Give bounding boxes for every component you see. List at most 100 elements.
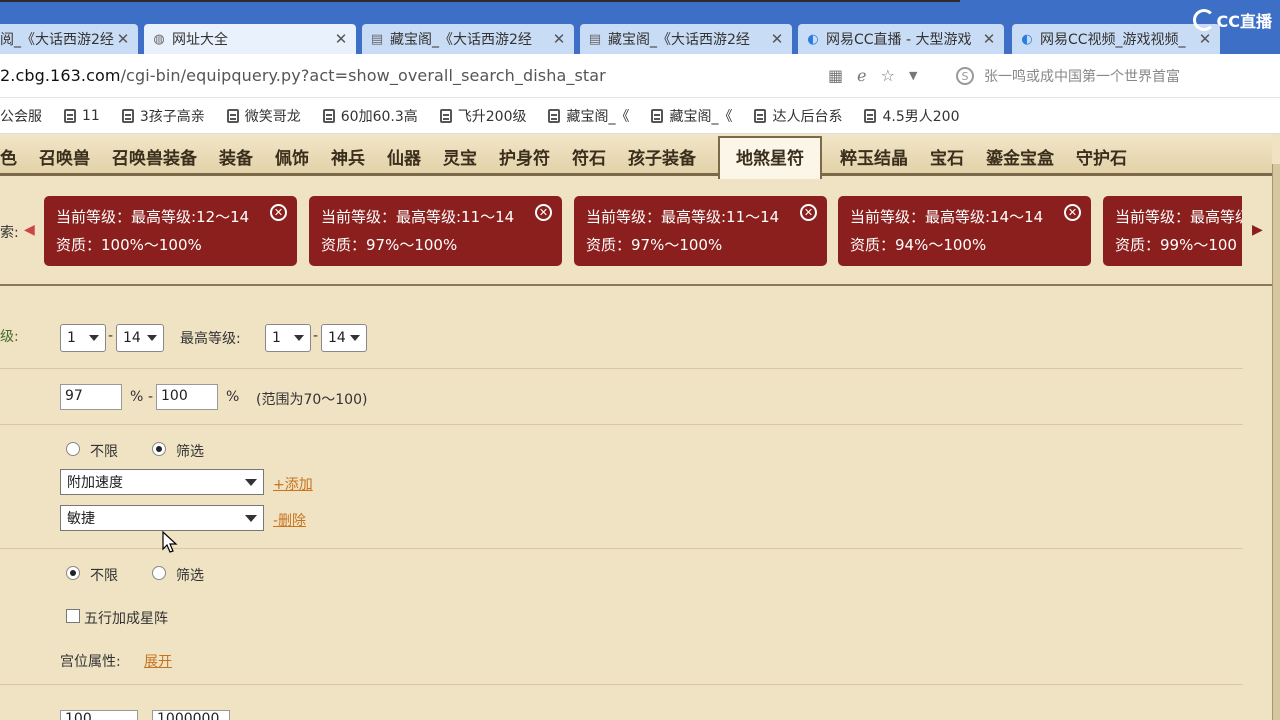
- max-level-label: 最高等级:: [180, 331, 241, 347]
- history-chip[interactable]: 当前等级：最高等级:14～14 资质：94%～100% ✕: [838, 196, 1091, 266]
- bookmark-item[interactable]: 微笑哥龙: [226, 106, 301, 126]
- chevron-down-icon: [245, 478, 257, 486]
- close-icon[interactable]: ✕: [334, 30, 348, 48]
- category-tab[interactable]: 色: [0, 144, 17, 179]
- bookmarks-bar: 公会服 11 3孩子高亲 微笑哥龙 60加60.3高 飞升200级 藏宝阁_《 …: [0, 98, 1280, 134]
- price-min-input[interactable]: 100: [60, 710, 138, 720]
- palace-attr-label: 宫位属性:: [60, 654, 121, 670]
- category-tab[interactable]: 神兵: [331, 144, 365, 179]
- history-chip[interactable]: 当前等级：最高等级:11～14 资质：97%～100% ✕: [574, 196, 827, 266]
- history-chip[interactable]: 当前等级：最高等级:11～14 资质：97%～100% ✕: [309, 196, 562, 266]
- category-tab[interactable]: 召唤兽装备: [112, 144, 197, 179]
- translate-icon[interactable]: ℯ: [857, 66, 866, 85]
- wuxing-filter-radio[interactable]: [152, 566, 166, 580]
- category-tab-active[interactable]: 地煞星符: [718, 136, 822, 179]
- wuxing-any-label: 不限: [90, 568, 118, 584]
- expand-link[interactable]: 展开: [144, 651, 172, 671]
- search-hint: 张一鸣或成中国第一个世界首富: [984, 69, 1180, 85]
- bookmark-item[interactable]: 4.5男人200: [864, 106, 959, 126]
- scroll-right-icon[interactable]: ▶: [1252, 222, 1263, 238]
- history-chip[interactable]: 当前等级：最高等级:12～14 资质：100%～100% ✕: [44, 196, 297, 266]
- browser-tab-6[interactable]: ◐ 网易CC视频_游戏视频_ ✕: [1012, 24, 1220, 54]
- wuxing-star-checkbox[interactable]: [66, 609, 80, 623]
- close-icon[interactable]: ✕: [116, 30, 130, 48]
- page-icon: [754, 108, 767, 123]
- bookmark-label: 微笑哥龙: [244, 108, 301, 125]
- category-tab[interactable]: 孩子装备: [628, 144, 696, 179]
- history-chip[interactable]: 当前等级：最高等级 资质：99%～100: [1103, 196, 1242, 266]
- bookmark-label: 60加60.3高: [340, 108, 418, 125]
- category-tab[interactable]: 佩饰: [275, 144, 309, 179]
- tab-title: 网易CC直播 - 大型游戏: [826, 32, 972, 48]
- page-icon: [121, 108, 134, 123]
- close-icon[interactable]: ✕: [270, 204, 287, 221]
- select-value: 敏捷: [67, 511, 95, 527]
- quality-max-input[interactable]: 100: [156, 384, 218, 410]
- wuxing-any-radio[interactable]: [66, 566, 80, 580]
- window-top-line: [0, 0, 960, 2]
- star-icon[interactable]: ☆: [881, 66, 895, 85]
- percent-sign: %: [226, 389, 240, 405]
- category-tab[interactable]: 召唤兽: [39, 144, 90, 179]
- close-icon[interactable]: ✕: [770, 30, 784, 48]
- category-tab[interactable]: 仙器: [387, 144, 421, 179]
- category-tab[interactable]: 符石: [572, 144, 606, 179]
- select-value: 1: [272, 330, 281, 346]
- page-icon: [64, 108, 76, 123]
- search-engine-icon: S: [956, 67, 974, 85]
- url-text[interactable]: 2.cbg.163.com/cgi-bin/equipquery.py?act=…: [0, 66, 606, 85]
- browser-tab-4[interactable]: ▤ 藏宝阁_《大话西游2经 ✕: [580, 24, 792, 54]
- search-history: 索: ◀ 当前等级：最高等级:12～14 资质：100%～100% ✕ 当前等级…: [0, 192, 1272, 270]
- category-tab[interactable]: 装备: [219, 144, 253, 179]
- close-icon[interactable]: ✕: [1198, 30, 1212, 48]
- bookmark-item[interactable]: 达人后台系: [754, 106, 842, 126]
- bookmark-item[interactable]: 藏宝阁_《: [651, 106, 732, 126]
- category-tab[interactable]: 宝石: [930, 144, 964, 179]
- bookmark-item[interactable]: 11: [64, 108, 100, 124]
- search-box[interactable]: S 张一鸣或成中国第一个世界首富: [956, 66, 1180, 86]
- select-value: 附加速度: [67, 475, 123, 491]
- close-icon[interactable]: ✕: [982, 30, 996, 48]
- current-level-to-select[interactable]: 14: [116, 324, 164, 352]
- bookmark-item[interactable]: 藏宝阁_《: [548, 106, 629, 126]
- current-level-from-select[interactable]: 1: [60, 324, 106, 352]
- browser-tab-1[interactable]: 阅_《大话西游2经 ✕: [0, 24, 138, 54]
- chip-line2: 资质：100%～100%: [56, 236, 202, 254]
- close-icon[interactable]: ✕: [535, 204, 552, 221]
- range-dash: -: [108, 328, 114, 344]
- bookmark-item[interactable]: 60加60.3高: [322, 106, 418, 126]
- address-bar[interactable]: 2.cbg.163.com/cgi-bin/equipquery.py?act=…: [0, 54, 1280, 98]
- attribute-select-1[interactable]: 附加速度: [60, 469, 264, 495]
- scroll-left-icon[interactable]: ◀: [24, 222, 35, 238]
- attr-filter-radio[interactable]: [152, 442, 166, 456]
- category-tab[interactable]: 护身符: [499, 144, 550, 179]
- category-tab[interactable]: 守护石: [1076, 144, 1127, 179]
- chip-line1: 当前等级：最高等级:11～14: [321, 208, 515, 226]
- attr-any-radio[interactable]: [66, 442, 80, 456]
- quality-min-input[interactable]: 97: [60, 384, 122, 410]
- bookmark-item[interactable]: 飞升200级: [439, 106, 526, 126]
- bookmark-item[interactable]: 3孩子高亲: [121, 106, 205, 126]
- browser-tab-2[interactable]: ◍ 网址大全 ✕: [144, 24, 356, 54]
- bookmark-label: 藏宝阁_《: [669, 108, 733, 125]
- close-icon[interactable]: ✕: [552, 30, 566, 48]
- category-tab[interactable]: 粹玉结晶: [840, 144, 908, 179]
- add-attribute-link[interactable]: +添加: [273, 474, 313, 494]
- browser-tab-5[interactable]: ◐ 网易CC直播 - 大型游戏 ✕: [798, 24, 1004, 54]
- chevron-down-icon[interactable]: ▼: [909, 66, 917, 85]
- price-max-input[interactable]: 1000000: [152, 710, 230, 720]
- close-icon[interactable]: ✕: [800, 204, 817, 221]
- browser-tab-3[interactable]: ▤ 藏宝阁_《大话西游2经 ✕: [362, 24, 574, 54]
- max-level-from-select[interactable]: 1: [265, 324, 311, 352]
- category-tab[interactable]: 灵宝: [443, 144, 477, 179]
- category-tab[interactable]: 鎏金宝盒: [986, 144, 1054, 179]
- close-icon[interactable]: ✕: [1064, 204, 1081, 221]
- attribute-select-2[interactable]: 敏捷: [60, 505, 264, 531]
- tab-title: 阅_《大话西游2经: [0, 32, 114, 48]
- delete-attribute-link[interactable]: -删除: [273, 510, 306, 530]
- bookmark-item[interactable]: 公会服: [0, 106, 42, 126]
- max-level-to-select[interactable]: 14: [321, 324, 367, 352]
- qr-code-icon[interactable]: ▦: [828, 66, 843, 85]
- browser-tab-bar: 阅_《大话西游2经 ✕ ◍ 网址大全 ✕ ▤ 藏宝阁_《大话西游2经 ✕ ▤ 藏…: [0, 0, 1280, 54]
- chip-line1: 当前等级：最高等级:12～14: [56, 208, 250, 226]
